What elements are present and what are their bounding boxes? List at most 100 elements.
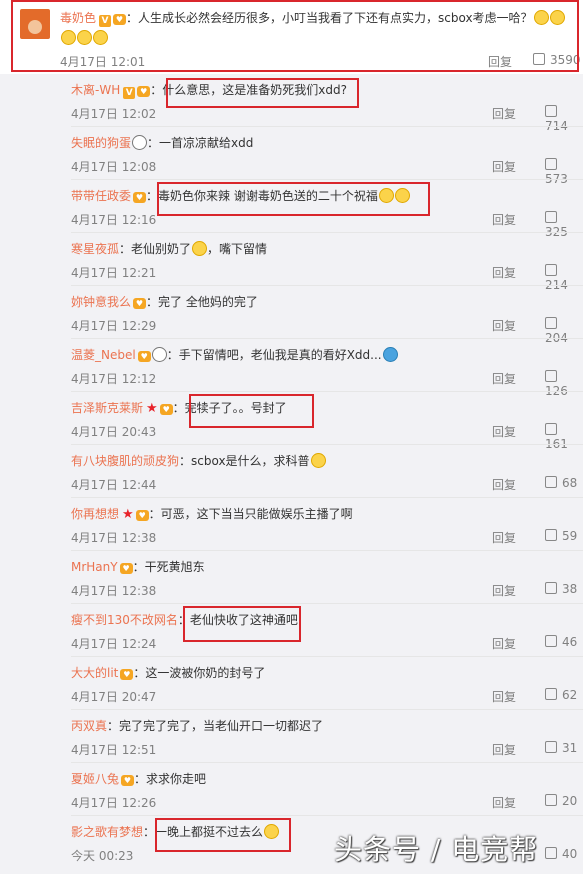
level-badge-icon: ♥ xyxy=(135,510,149,521)
like-count: 38 xyxy=(562,582,578,596)
reply-item: 有八块腹肌的顽皮狗：scbox是什么，求科普 4月17日 12:44 回复 68 xyxy=(60,445,583,498)
reply-username[interactable]: 木离-WH xyxy=(71,83,120,97)
reply-item: 丙双真：完了完了完了，当老仙开口一切都迟了 4月17日 12:51 回复 31 xyxy=(60,710,583,763)
reply-time: 4月17日 12:02 xyxy=(71,107,157,121)
thumbs-up-icon xyxy=(545,211,557,223)
reply-item: 大大的lit ♥ ：这一波被你奶的封号了 4月17日 20:47 回复 62 xyxy=(60,657,583,710)
reply-time: 4月17日 20:47 xyxy=(71,690,157,704)
like-button[interactable]: 40 xyxy=(545,847,577,861)
level-badge-icon: ♥ xyxy=(119,563,133,574)
highlight-box xyxy=(157,182,430,216)
like-count: 46 xyxy=(562,635,578,649)
reply-time: 4月17日 12:38 xyxy=(71,531,157,545)
thumbs-up-icon xyxy=(545,423,557,435)
like-count: 59 xyxy=(562,529,578,543)
reply-item: 夏姬八兔 ♥ ：求求你走吧 4月17日 12:26 回复 20 xyxy=(60,763,583,816)
reply-button[interactable]: 回复 xyxy=(492,423,516,440)
thumbs-up-icon xyxy=(545,317,557,329)
reply-item: 寒星夜孤：老仙别奶了 ，嘴下留情 4月17日 12:21 回复 214 xyxy=(60,233,583,292)
reply-item: 吉泽斯克莱斯 ★ ♥ ：完犊子了。。号封了 4月17日 20:43 回复 161 xyxy=(60,392,583,451)
watermark: 头条号 / 电竞帮 xyxy=(334,833,539,866)
reply-time: 4月17日 12:38 xyxy=(71,584,157,598)
highlight-box xyxy=(155,818,291,852)
main-comment: 毒奶色 V ♥ ：人生成长必然会经历很多，小叮当我看了下还有点实力，scbox考虑一哈… xyxy=(0,0,583,74)
level-badge-icon: ♥ xyxy=(137,86,151,97)
reply-text: ：完了完了完了，当老仙开口一切都迟了 xyxy=(107,719,324,733)
reply-username[interactable]: 瘦不到130不改网名 xyxy=(71,613,178,627)
like-button[interactable]: 59 xyxy=(545,529,577,543)
reply-button[interactable]: 回复 xyxy=(492,317,516,334)
like-count: 20 xyxy=(562,794,578,808)
highlight-box xyxy=(183,606,301,642)
level-badge-icon: ♥ xyxy=(120,669,134,680)
reply-time: 4月17日 20:43 xyxy=(71,425,157,439)
reply-button[interactable]: 回复 xyxy=(492,582,516,599)
reply-button[interactable]: 回复 xyxy=(492,476,516,493)
reply-button[interactable]: 回复 xyxy=(492,529,516,546)
reply-username[interactable]: MrHanY xyxy=(71,560,118,574)
reply-button[interactable]: 回复 xyxy=(492,264,516,281)
reply-username[interactable]: 夏姬八兔 xyxy=(71,772,119,786)
reply-item: 瘦不到130不改网名：老仙快收了这神通吧 4月17日 12:24 回复 46 xyxy=(60,604,583,657)
thumbs-up-icon xyxy=(545,847,557,859)
reply-time: 4月17日 12:24 xyxy=(71,637,157,651)
panda-emoji-icon xyxy=(151,347,167,362)
reply-time: 4月17日 12:26 xyxy=(71,796,157,810)
thumbs-up-icon xyxy=(545,264,557,276)
thumbs-up-icon xyxy=(545,105,557,117)
reply-text: ：老仙别奶了 xyxy=(119,242,192,256)
reply-text: ：可恶，这下当当只能做娱乐主播了啊 xyxy=(148,507,353,521)
reply-time: 4月17日 12:12 xyxy=(71,372,157,386)
reply-username[interactable]: 失眠的狗蛋 xyxy=(71,136,131,150)
level-badge-icon: ♥ xyxy=(133,298,147,309)
reply-button[interactable]: 回复 xyxy=(492,105,516,122)
like-count: 31 xyxy=(562,741,578,755)
reply-username[interactable]: 你再想想 xyxy=(71,507,119,521)
reply-text: ：一首凉凉献给xdd xyxy=(147,136,254,150)
highlight-box xyxy=(11,0,579,72)
reply-item: 失眠的狗蛋 ：一首凉凉献给xdd 4月17日 12:08 回复 573 xyxy=(60,127,583,186)
panda-emoji-icon xyxy=(132,135,148,150)
reply-username[interactable]: 妳钟意我么 xyxy=(71,295,131,309)
reply-username[interactable]: 温菱_Nebel xyxy=(71,348,136,362)
reply-text: ：这一波被你奶的封号了 xyxy=(133,666,266,680)
thumbs-up-icon xyxy=(545,741,557,753)
thumbs-up-icon xyxy=(545,476,557,488)
reply-text: ：干死黄旭东 xyxy=(132,560,205,574)
reply-item: 妳钟意我么 ♥ ：完了 全他妈的完了 4月17日 12:29 回复 204 xyxy=(60,286,583,345)
reply-item: 温菱_Nebel ♥ ：手下留情吧，老仙我是真的看好Xdd... 4月17日 12:… xyxy=(60,339,583,398)
dog-emoji-icon xyxy=(192,241,208,256)
reply-button[interactable]: 回复 xyxy=(492,158,516,175)
reply-button[interactable]: 回复 xyxy=(492,688,516,705)
reply-username[interactable]: 有八块腹肌的顽皮狗 xyxy=(71,454,179,468)
thumbs-up-icon xyxy=(545,529,557,541)
reply-username[interactable]: 吉泽斯克莱斯 xyxy=(71,401,143,415)
like-button[interactable]: 38 xyxy=(545,582,577,596)
reply-username[interactable]: 寒星夜孤 xyxy=(71,242,119,256)
laugh-cry-emoji-icon xyxy=(382,347,398,362)
like-count: 68 xyxy=(562,476,578,490)
reply-username[interactable]: 影之歌有梦想 xyxy=(71,825,143,839)
reply-time: 4月17日 12:51 xyxy=(71,743,157,757)
reply-button[interactable]: 回复 xyxy=(492,635,516,652)
reply-button[interactable]: 回复 xyxy=(492,370,516,387)
reply-username[interactable]: 带带任政委 xyxy=(71,189,131,203)
thumbs-up-icon xyxy=(545,370,557,382)
reply-username[interactable]: 丙双真 xyxy=(71,719,107,733)
like-button[interactable]: 46 xyxy=(545,635,577,649)
like-button[interactable]: 62 xyxy=(545,688,577,702)
like-button[interactable]: 31 xyxy=(545,741,577,755)
grin-emoji-icon xyxy=(310,453,326,468)
highlight-box xyxy=(166,78,359,108)
reply-button[interactable]: 回复 xyxy=(492,211,516,228)
reply-text: ：scbox是什么，求科普 xyxy=(179,454,310,468)
reply-username[interactable]: 大大的lit xyxy=(71,666,118,680)
reply-item: 你再想想 ★ ♥ ：可恶，这下当当只能做娱乐主播了啊 4月17日 12:38 回复 5… xyxy=(60,498,583,551)
like-button[interactable]: 20 xyxy=(545,794,577,808)
level-badge-icon: ♥ xyxy=(121,775,135,786)
thumbs-up-icon xyxy=(545,794,557,806)
thumbs-up-icon xyxy=(545,635,557,647)
reply-button[interactable]: 回复 xyxy=(492,741,516,758)
reply-button[interactable]: 回复 xyxy=(492,794,516,811)
like-button[interactable]: 68 xyxy=(545,476,577,490)
